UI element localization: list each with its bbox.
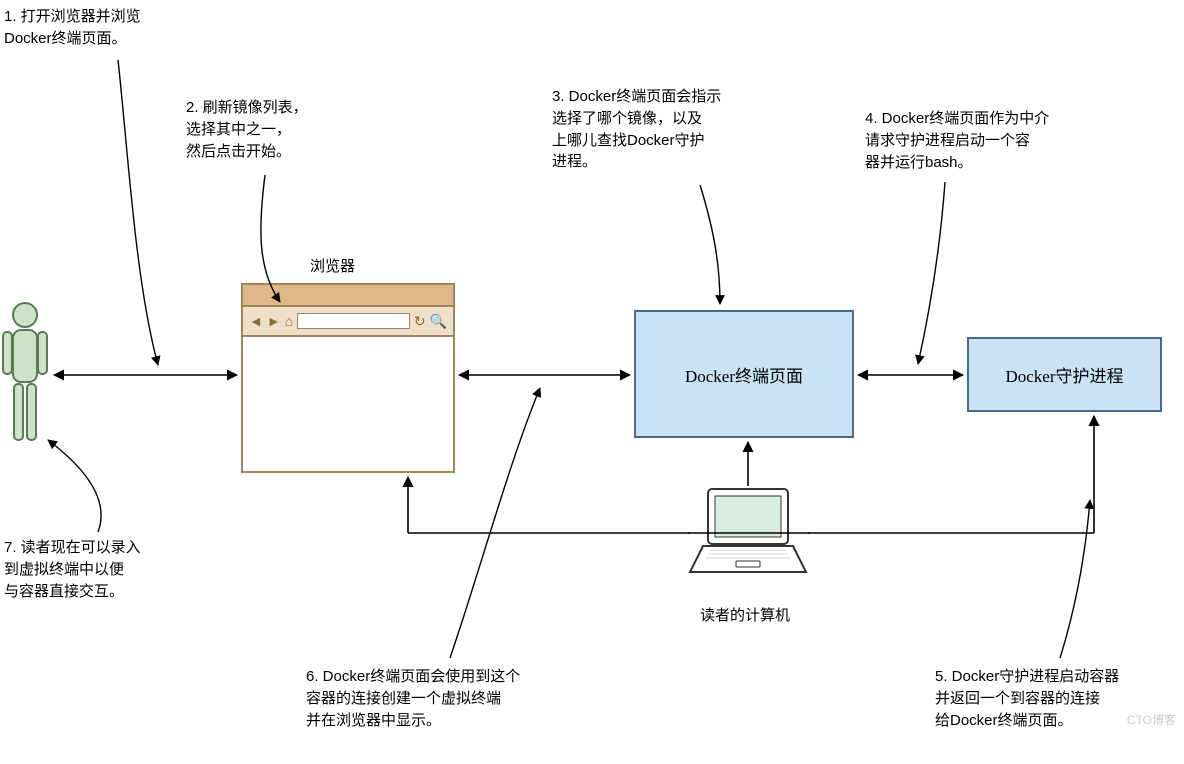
callout-3 [700, 185, 720, 304]
diagram-canvas: 1. 打开浏览器并浏览 Docker终端页面。 2. 刷新镜像列表， 选择其中之… [0, 0, 1184, 764]
person-icon [0, 300, 50, 455]
browser-toolbar: ◄ ► ⌂ ↻ 🔍 [243, 307, 453, 337]
docker-daemon-text: Docker守护进程 [1005, 362, 1123, 387]
callout-4 [918, 182, 945, 364]
callout-5 [1060, 500, 1090, 658]
home-icon: ⌂ [285, 313, 293, 329]
back-icon: ◄ [249, 313, 263, 329]
laptop-icon [688, 484, 808, 579]
callout-6 [450, 388, 540, 658]
address-bar [297, 313, 410, 329]
docker-terminal-box: Docker终端页面 [634, 310, 854, 438]
browser-titlebar [243, 285, 453, 307]
browser-label: 浏览器 [310, 255, 355, 276]
docker-terminal-text: Docker终端页面 [685, 362, 803, 387]
callout-7 [48, 440, 101, 532]
step-3-text: 3. Docker终端页面会指示 选择了哪个镜像，以及 上哪儿查找Docker守… [552, 86, 721, 173]
search-icon: 🔍 [430, 313, 447, 330]
step-7-text: 7. 读者现在可以录入 到虚拟终端中以便 与容器直接交互。 [4, 537, 141, 602]
watermark: CTO博客 [1127, 711, 1176, 728]
step-2-text: 2. 刷新镜像列表， 选择其中之一， 然后点击开始。 [186, 97, 308, 162]
step-5-text: 5. Docker守护进程启动容器 并返回一个到容器的连接 给Docker终端页… [935, 666, 1119, 731]
step-6-text: 6. Docker终端页面会使用到这个 容器的连接创建一个虚拟终端 并在浏览器中… [306, 666, 520, 731]
step-4-text: 4. Docker终端页面作为中介 请求守护进程启动一个容 器并运行bash。 [865, 108, 1049, 173]
docker-daemon-box: Docker守护进程 [967, 337, 1162, 412]
callout-1 [118, 60, 158, 365]
computer-label: 读者的计算机 [700, 604, 790, 625]
step-1-text: 1. 打开浏览器并浏览 Docker终端页面。 [4, 6, 141, 50]
forward-icon: ► [267, 313, 281, 329]
refresh-icon: ↻ [414, 313, 426, 330]
browser-window: ◄ ► ⌂ ↻ 🔍 [241, 283, 455, 473]
